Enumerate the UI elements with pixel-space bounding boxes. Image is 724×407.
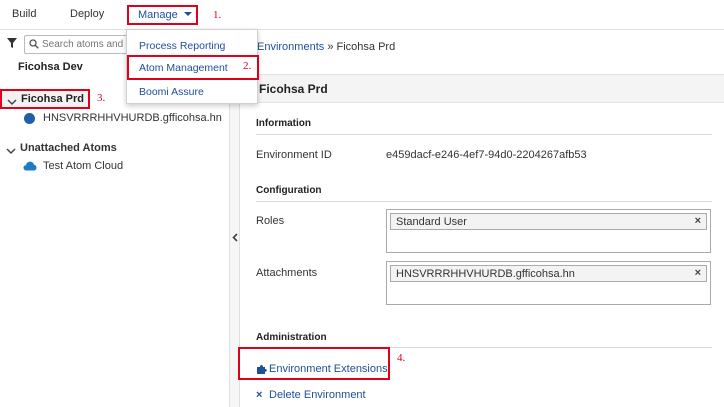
- attachment-chip: HNSVRRRHHVHURDB.gfficohsa.hn ×: [390, 265, 707, 282]
- annotation-step-1: 1.: [213, 9, 222, 21]
- section-title-configuration: Configuration: [256, 185, 322, 196]
- manage-dropdown-menu: Process Reporting Atom Management Boomi …: [126, 29, 259, 104]
- cloud-icon: [23, 161, 37, 174]
- section-title-administration: Administration: [256, 332, 327, 343]
- roles-label: Roles: [256, 215, 285, 227]
- breadcrumb-current: Ficohsa Prd: [336, 41, 396, 53]
- collapse-left-icon[interactable]: [232, 233, 238, 245]
- annotation-step-4: 4.: [397, 352, 406, 364]
- attachments-field[interactable]: HNSVRRRHHVHURDB.gfficohsa.hn ×: [386, 261, 711, 305]
- caret-down-icon: [183, 12, 192, 16]
- search-icon: [29, 39, 39, 52]
- attachment-chip-label: HNSVRRRHHVHURDB.gfficohsa.hn: [396, 268, 575, 280]
- detail-header: Ficohsa Prd: [240, 74, 724, 103]
- section-divider: [256, 134, 712, 135]
- role-chip-label: Standard User: [396, 216, 467, 228]
- tree-item-label: HNSVRRRHHVHURDB.gfficohsa.hn: [43, 112, 222, 124]
- tree-item-ficohsa-dev[interactable]: Ficohsa Dev: [18, 61, 83, 73]
- tree-group-label: Unattached Atoms: [20, 142, 117, 154]
- puzzle-icon: [256, 364, 267, 378]
- tree-item-label: Ficohsa Prd: [21, 93, 84, 105]
- breadcrumb-link-environments[interactable]: Environments: [257, 41, 324, 53]
- menu-item-boomi-assure[interactable]: Boomi Assure: [139, 86, 204, 98]
- chevron-down-icon[interactable]: [7, 97, 17, 109]
- environment-id-value: e459dacf-e246-4ef7-94d0-2204267afb53: [386, 149, 587, 161]
- tree-item-ficohsa-prd[interactable]: Ficohsa Prd: [0, 89, 90, 109]
- role-chip: Standard User ×: [390, 213, 707, 230]
- annotation-step-3: 3.: [97, 92, 106, 104]
- chevron-down-icon[interactable]: [6, 146, 16, 158]
- annotation-step-2: 2.: [243, 60, 252, 72]
- environment-extensions-label: Environment Extensions: [269, 363, 388, 375]
- breadcrumb-separator: »: [324, 41, 337, 53]
- top-navigation: Build Deploy Manage: [0, 0, 724, 30]
- search-box: [24, 35, 134, 54]
- menu-item-label: Atom Management: [139, 62, 228, 74]
- filter-icon[interactable]: [6, 37, 20, 51]
- atom-status-icon: [24, 113, 35, 124]
- breadcrumb: Environments » Ficohsa Prd: [257, 41, 395, 53]
- menu-item-atom-management[interactable]: Atom Management: [127, 55, 259, 80]
- section-divider: [256, 201, 712, 202]
- tree-item-label: Test Atom Cloud: [43, 160, 124, 172]
- remove-role-icon[interactable]: ×: [695, 215, 701, 227]
- section-title-information: Information: [256, 118, 311, 129]
- nav-build[interactable]: Build: [12, 8, 36, 20]
- nav-manage[interactable]: Manage: [127, 5, 198, 25]
- attachments-label: Attachments: [256, 267, 318, 279]
- menu-item-process-reporting[interactable]: Process Reporting: [139, 40, 225, 52]
- delete-environment-label: Delete Environment: [269, 389, 366, 401]
- nav-manage-label: Manage: [138, 9, 178, 21]
- roles-field[interactable]: Standard User ×: [386, 209, 711, 253]
- search-input[interactable]: [42, 37, 132, 52]
- environment-id-label: Environment ID: [256, 149, 332, 161]
- nav-deploy[interactable]: Deploy: [70, 8, 104, 20]
- close-icon: ×: [256, 389, 263, 401]
- remove-attachment-icon[interactable]: ×: [695, 267, 701, 279]
- page-title: Ficohsa Prd: [259, 82, 328, 96]
